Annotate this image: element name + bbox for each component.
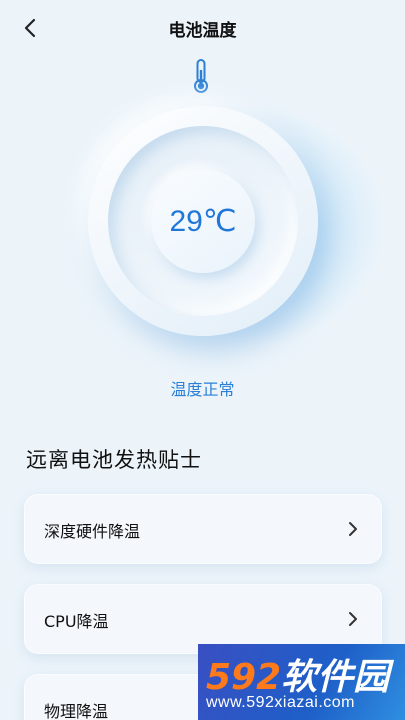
chevron-right-icon [349, 612, 357, 626]
watermark-url: www.592xiazai.com [206, 694, 355, 711]
temperature-value: 29℃ [169, 204, 237, 238]
tip-card-label: CPU降温 [44, 612, 109, 631]
tip-card-hardware-cooling[interactable]: 深度硬件降温 [24, 494, 382, 564]
gauge-center: 29℃ [151, 169, 255, 273]
watermark-logo: 592软件园 [206, 648, 389, 700]
tips-section-title: 远离电池发热贴士 [26, 448, 202, 472]
tip-card-label: 深度硬件降温 [44, 522, 141, 541]
temperature-status: 温度正常 [170, 380, 235, 399]
watermark-logo-number: 592 [206, 657, 282, 698]
site-watermark: 592软件园 www.592xiazai.com [198, 644, 405, 720]
tip-card-label: 物理降温 [44, 702, 109, 720]
header: 电池温度 [0, 0, 405, 56]
chevron-right-icon [349, 522, 357, 536]
gauge-ring: 29℃ [108, 126, 298, 316]
temperature-gauge: 29℃ [88, 106, 318, 336]
thermometer-icon [194, 59, 208, 93]
watermark-logo-text: 软件园 [281, 657, 390, 698]
page-title: 电池温度 [168, 21, 237, 41]
